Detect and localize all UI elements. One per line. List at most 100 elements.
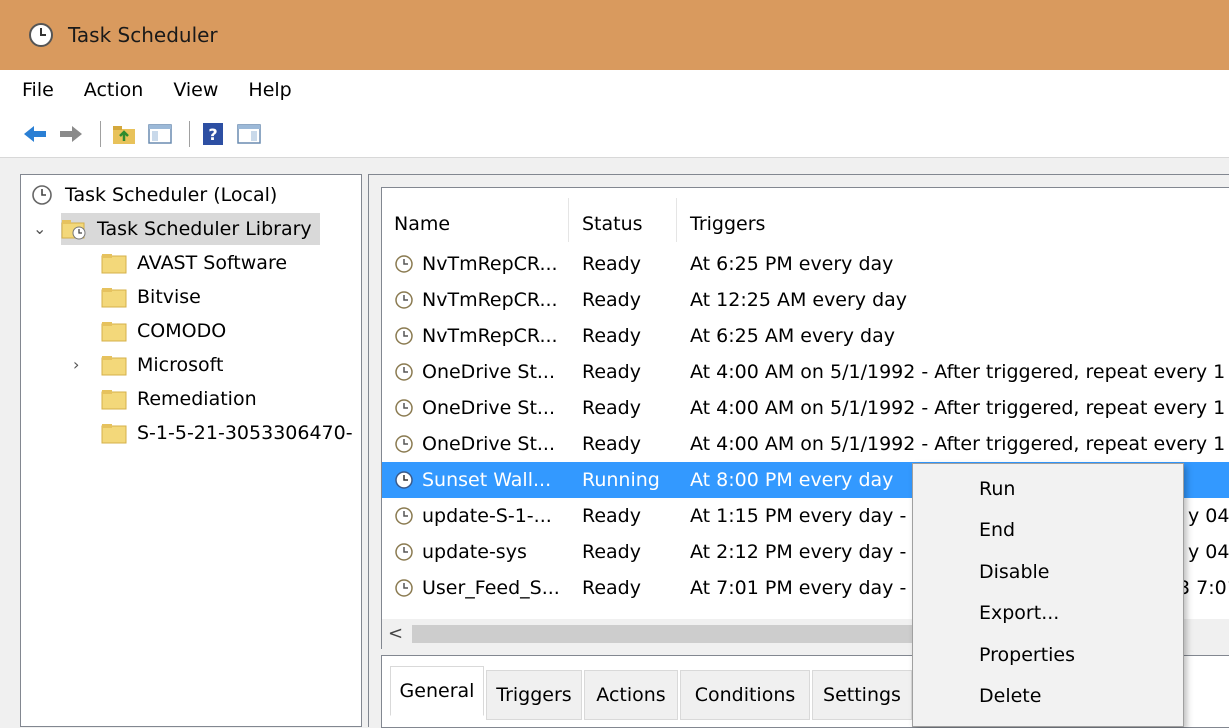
task-row[interactable]: NvTmRepCR... Ready At 6:25 AM every day	[382, 318, 1229, 354]
clock-icon	[29, 183, 55, 207]
task-name: NvTmRepCR...	[422, 325, 558, 347]
column-divider[interactable]	[676, 198, 677, 242]
context-menu: Run End Disable Export... Properties Del…	[912, 463, 1184, 727]
window-title: Task Scheduler	[68, 23, 218, 47]
tree-item-bitvise[interactable]: Bitvise	[101, 281, 201, 313]
task-status: Ready	[582, 505, 641, 527]
task-trigger: At 12:25 AM every day	[690, 289, 908, 311]
task-status: Running	[582, 469, 660, 491]
tab-conditions[interactable]: Conditions	[680, 670, 810, 720]
task-clock-icon	[395, 435, 413, 453]
tree-item-library[interactable]: Task Scheduler Library	[61, 213, 320, 245]
tab-actions[interactable]: Actions	[584, 670, 678, 720]
tree-item-label: Task Scheduler (Local)	[65, 184, 278, 206]
task-name: OneDrive St...	[422, 433, 556, 455]
chevron-right-icon[interactable]: ›	[73, 355, 79, 374]
task-trigger: At 4:00 AM on 5/1/1992 - After triggered…	[690, 433, 1226, 455]
context-menu-properties[interactable]: Properties	[979, 638, 1075, 672]
task-name: OneDrive St...	[422, 397, 556, 419]
task-status: Ready	[582, 325, 641, 347]
help-icon[interactable]: ?	[198, 119, 228, 149]
show-hide-console-tree-icon[interactable]	[145, 119, 175, 149]
menu-action[interactable]: Action	[84, 79, 144, 101]
task-row[interactable]: NvTmRepCR... Ready At 6:25 PM every day	[382, 246, 1229, 282]
column-header-name[interactable]: Name	[394, 198, 574, 250]
menu-help[interactable]: Help	[248, 79, 291, 101]
task-clock-icon	[395, 291, 413, 309]
folder-icon	[101, 353, 127, 377]
column-header-triggers[interactable]: Triggers	[690, 198, 1190, 250]
menu-file[interactable]: File	[22, 79, 54, 101]
clock-icon	[29, 23, 53, 47]
task-clock-icon	[395, 255, 413, 273]
menu-bar: File Action View Help	[0, 70, 1229, 110]
context-menu-run[interactable]: Run	[979, 472, 1015, 506]
task-clock-icon	[395, 471, 413, 489]
toolbar: ?	[0, 110, 1229, 158]
tree-item-root[interactable]: Task Scheduler (Local)	[29, 179, 277, 211]
context-menu-delete[interactable]: Delete	[979, 679, 1041, 713]
tree-item-avast[interactable]: AVAST Software	[101, 247, 287, 279]
task-trigger-tail: y 04:	[1188, 505, 1229, 527]
tree-item-label: Remediation	[137, 388, 257, 410]
task-name: Sunset Wall...	[422, 469, 552, 491]
toolbar-separator	[100, 120, 101, 147]
scroll-left-arrow-icon[interactable]: <	[388, 623, 403, 644]
task-row[interactable]: OneDrive St... Ready At 4:00 AM on 5/1/1…	[382, 354, 1229, 390]
tree-item-label: Bitvise	[137, 286, 201, 308]
tree-item-label: S-1-5-21-3053306470-	[137, 422, 353, 444]
task-status: Ready	[582, 541, 641, 563]
chevron-down-icon[interactable]: ⌄	[33, 219, 46, 238]
task-clock-icon	[395, 399, 413, 417]
forward-arrow-icon[interactable]	[56, 119, 86, 149]
task-trigger-tail: y 04:	[1188, 541, 1229, 563]
tree-item-sid[interactable]: S-1-5-21-3053306470-	[101, 417, 353, 449]
tab-settings[interactable]: Settings	[812, 670, 912, 720]
context-menu-end[interactable]: End	[979, 513, 1015, 547]
task-clock-icon	[395, 507, 413, 525]
task-status: Ready	[582, 253, 641, 275]
task-trigger: At 7:01 PM every day -	[690, 577, 907, 599]
folder-icon	[101, 285, 127, 309]
column-divider[interactable]	[568, 198, 569, 242]
tree-item-microsoft[interactable]: Microsoft	[101, 349, 223, 381]
svg-text:?: ?	[208, 125, 217, 144]
menu-view[interactable]: View	[173, 79, 218, 101]
task-row[interactable]: OneDrive St... Ready At 4:00 AM on 5/1/1…	[382, 426, 1229, 462]
task-clock-icon	[395, 363, 413, 381]
task-trigger: At 6:25 PM every day	[690, 253, 894, 275]
task-trigger: At 6:25 AM every day	[690, 325, 895, 347]
task-trigger-tail: 3 7:01	[1178, 577, 1229, 599]
task-status: Ready	[582, 577, 641, 599]
task-name: User_Feed_S...	[422, 577, 560, 599]
task-row[interactable]: NvTmRepCR... Ready At 12:25 AM every day	[382, 282, 1229, 318]
back-arrow-icon[interactable]	[20, 119, 50, 149]
title-bar: Task Scheduler	[0, 0, 1229, 70]
tab-triggers[interactable]: Triggers	[486, 670, 582, 720]
scroll-thumb[interactable]	[412, 625, 932, 643]
tree-item-label: Task Scheduler Library	[97, 218, 312, 240]
up-folder-icon[interactable]	[109, 119, 139, 149]
tree-item-label: COMODO	[137, 320, 227, 342]
task-trigger: At 2:12 PM every day -	[690, 541, 907, 563]
tree-item-label: Microsoft	[137, 354, 224, 376]
tree-item-remediation[interactable]: Remediation	[101, 383, 257, 415]
tab-general[interactable]: General	[390, 666, 484, 716]
task-clock-icon	[395, 543, 413, 561]
show-hide-action-pane-icon[interactable]	[234, 119, 264, 149]
task-clock-icon	[395, 579, 413, 597]
context-menu-disable[interactable]: Disable	[979, 555, 1049, 589]
task-name: OneDrive St...	[422, 361, 556, 383]
task-row[interactable]: OneDrive St... Ready At 4:00 AM on 5/1/1…	[382, 390, 1229, 426]
folder-icon	[101, 421, 127, 445]
context-menu-export[interactable]: Export...	[979, 596, 1059, 630]
folder-icon	[101, 319, 127, 343]
task-name: update-sys	[422, 541, 527, 563]
toolbar-separator	[189, 120, 190, 147]
console-tree[interactable]: Task Scheduler (Local) ⌄ Task Scheduler …	[20, 174, 362, 727]
task-trigger: At 4:00 AM on 5/1/1992 - After triggered…	[690, 361, 1226, 383]
task-clock-icon	[395, 327, 413, 345]
column-header-status[interactable]: Status	[582, 198, 682, 250]
tree-item-comodo[interactable]: COMODO	[101, 315, 226, 347]
task-status: Ready	[582, 397, 641, 419]
